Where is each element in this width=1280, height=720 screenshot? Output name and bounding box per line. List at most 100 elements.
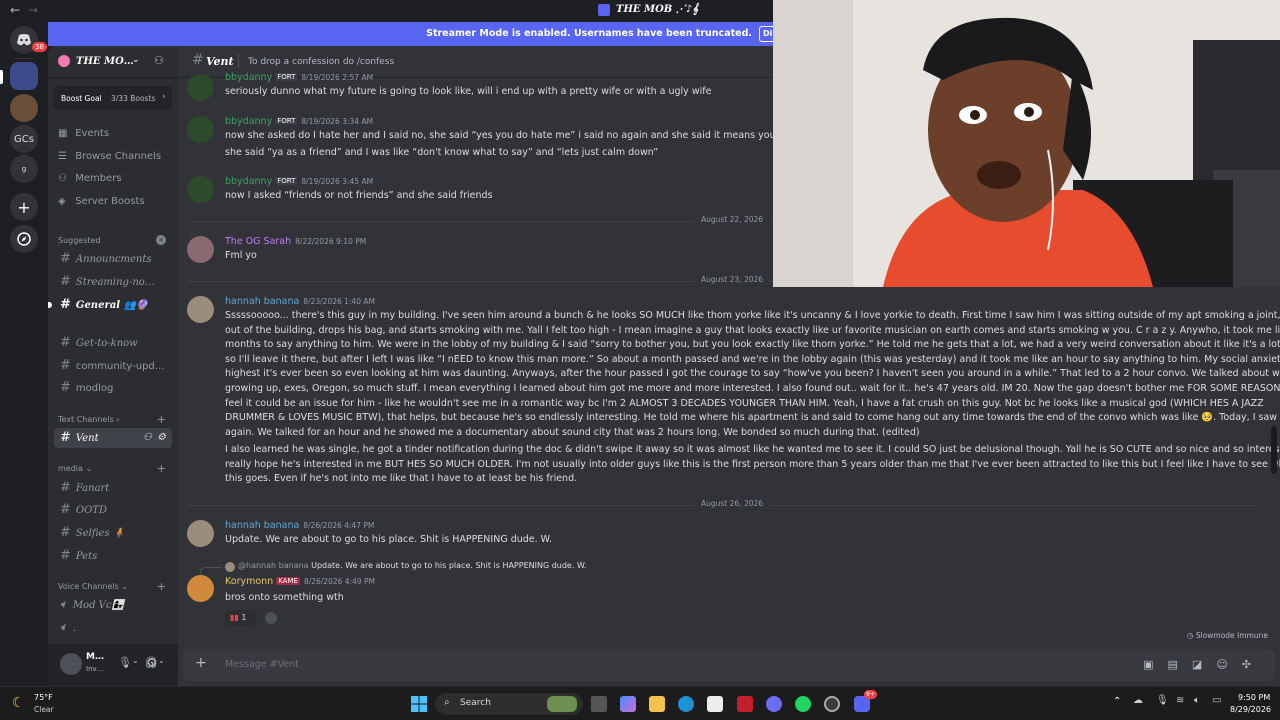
forward-arrow-icon[interactable]: → xyxy=(28,3,38,17)
channel-streaming[interactable]: # Streaming-no… xyxy=(54,272,172,292)
add-attachment-icon[interactable]: + xyxy=(195,655,207,671)
channel-community-updates[interactable]: # community-upd… xyxy=(54,356,172,376)
category-voice-channels[interactable]: Voice Channels ⌄ + xyxy=(58,580,170,593)
battery-icon[interactable]: ▭ xyxy=(1212,695,1221,706)
plus-icon[interactable]: + xyxy=(10,193,38,221)
boost-goal-bar[interactable]: Boost Goal 3/33 Boosts › xyxy=(54,86,172,110)
compass-icon[interactable] xyxy=(10,225,38,253)
nav-browse-channels[interactable]: ☰ Browse Channels xyxy=(58,151,173,169)
channel-announcments[interactable]: # Announcments xyxy=(54,249,172,269)
message-composer[interactable]: + Message #Vent ▣▤◪☺✣ xyxy=(183,649,1275,681)
server-icon-hat[interactable] xyxy=(10,94,38,122)
avatar[interactable] xyxy=(187,236,214,263)
nav-members[interactable]: ⚇ Members xyxy=(58,173,173,191)
add-member-icon[interactable]: ⚇ xyxy=(154,54,164,67)
avatar[interactable] xyxy=(60,653,82,675)
clock-time[interactable]: 9:50 PM xyxy=(1238,693,1270,702)
author-name[interactable]: hannah banana xyxy=(225,520,299,531)
avatar[interactable] xyxy=(187,520,214,547)
channel-modlog[interactable]: # modlog xyxy=(54,378,172,398)
voice-channel-mod-vc[interactable]: 🔈︎ Mod Vc👩‍👧 xyxy=(54,595,172,615)
nav-server-boosts[interactable]: ◈ Server Boosts xyxy=(58,196,173,214)
edge-icon[interactable] xyxy=(678,696,694,712)
voice-channel-dot[interactable]: 🔈︎. xyxy=(54,618,172,638)
gear-icon[interactable]: ⚙ xyxy=(157,428,166,448)
channel-ootd[interactable]: # OOTD xyxy=(54,500,172,520)
category-text-channels[interactable]: Text Channels › + xyxy=(58,413,170,426)
reaction[interactable]: ▮▮ 1 xyxy=(225,610,257,626)
windows-start-icon[interactable] xyxy=(411,696,427,712)
chevron-down-icon[interactable]: ⌄ xyxy=(132,656,139,665)
avatar xyxy=(225,562,235,572)
file-explorer-icon[interactable] xyxy=(649,696,665,712)
author-name[interactable]: bbydanny xyxy=(225,72,272,83)
copilot-icon[interactable] xyxy=(620,696,636,712)
onedrive-icon[interactable]: ☁ xyxy=(1133,695,1143,706)
channel-get-to-know[interactable]: # Get-to-know xyxy=(54,333,172,353)
author-name[interactable]: bbydanny xyxy=(225,116,272,127)
app-icon[interactable] xyxy=(766,696,782,712)
taskbar-search[interactable]: ⌕ Search xyxy=(435,693,583,715)
chevron-up-icon[interactable]: ⌃ xyxy=(1113,696,1121,707)
author-name[interactable]: hannah banana xyxy=(225,296,299,307)
channel-vent[interactable]: # Vent ⚇ ⚙ xyxy=(54,428,172,448)
back-arrow-icon[interactable]: ← xyxy=(10,3,20,17)
members-icon: ⚇ xyxy=(58,173,67,184)
mcafee-icon[interactable] xyxy=(737,696,753,712)
add-reaction-icon[interactable] xyxy=(265,612,277,624)
apps-icon[interactable]: ✣ xyxy=(1242,658,1265,671)
clock-date[interactable]: 8/29/2026 xyxy=(1230,705,1271,714)
channel-pets[interactable]: # Pets xyxy=(54,546,172,566)
avatar[interactable] xyxy=(187,74,214,101)
message-input[interactable]: Message #Vent xyxy=(225,659,299,670)
avatar[interactable] xyxy=(187,296,214,323)
scrollbar[interactable] xyxy=(1271,426,1277,474)
microphone-icon[interactable]: 🎙︎ xyxy=(118,656,132,669)
server-icon-g[interactable]: g xyxy=(10,155,38,183)
microphone-icon[interactable]: 🎙︎ xyxy=(1156,695,1169,706)
obs-icon[interactable] xyxy=(824,696,840,712)
author-name[interactable]: The OG Sarah xyxy=(225,236,291,247)
message-header: hannah banana 8/23/2026 1:40 AM xyxy=(225,296,375,307)
discord-home-icon[interactable]: 38 xyxy=(10,26,47,54)
gif-icon[interactable]: ▤ xyxy=(1168,658,1192,671)
discord-icon[interactable]: 9+ xyxy=(854,690,877,712)
avatar[interactable] xyxy=(187,575,214,602)
notification-badge: 9+ xyxy=(864,690,877,699)
gift-icon[interactable]: ▣ xyxy=(1143,658,1167,671)
author-name[interactable]: Korymonn xyxy=(225,576,273,587)
server-icon-the-mob[interactable] xyxy=(10,62,38,90)
add-channel-icon[interactable]: + xyxy=(157,580,166,593)
wifi-icon[interactable]: ≋ xyxy=(1176,695,1184,706)
weather-temp[interactable]: 75°F xyxy=(34,693,53,702)
volume-icon[interactable]: 🔈︎ xyxy=(1194,695,1200,706)
author-name[interactable]: bbydanny xyxy=(225,176,272,187)
invite-icon[interactable]: ⚇ xyxy=(143,428,152,448)
sticker-icon[interactable]: ◪ xyxy=(1192,658,1216,671)
server-name: THE MO… xyxy=(76,56,134,67)
category-media[interactable]: media ⌄ + xyxy=(58,462,170,475)
category-suggested[interactable]: Suggested × xyxy=(58,235,170,245)
channel-topic[interactable]: To drop a confession do /confess xyxy=(248,57,394,67)
chevron-right-icon: › xyxy=(162,92,166,102)
avatar[interactable] xyxy=(187,176,214,203)
hash-icon: # xyxy=(192,52,204,68)
spotify-icon[interactable] xyxy=(795,696,811,712)
settings-gear-icon[interactable]: ⚙ xyxy=(146,656,158,671)
add-channel-icon[interactable]: + xyxy=(157,413,166,426)
close-icon[interactable]: × xyxy=(156,235,166,245)
avatar[interactable] xyxy=(187,116,214,143)
channel-fanart[interactable]: # Fanart xyxy=(54,478,172,498)
server-header[interactable]: THE MO… ⌄ ⚇ xyxy=(48,46,178,78)
emoji-icon[interactable]: ☺ xyxy=(1216,658,1241,671)
task-view-icon[interactable] xyxy=(591,696,607,712)
folder-gcs[interactable]: GCs xyxy=(10,125,38,153)
reply-preview[interactable]: @hannah banana Update. We are about to g… xyxy=(225,561,586,572)
banner-button[interactable]: Di xyxy=(759,26,773,42)
store-icon[interactable] xyxy=(707,696,723,712)
nav-events[interactable]: ▦ Events xyxy=(58,128,173,146)
channel-general[interactable]: # General 👥🔮 xyxy=(54,295,172,315)
add-channel-icon[interactable]: + xyxy=(157,462,166,475)
channel-selfies[interactable]: # Selfies 🧍 xyxy=(54,523,172,543)
chevron-down-icon[interactable]: ⌄ xyxy=(158,656,165,665)
